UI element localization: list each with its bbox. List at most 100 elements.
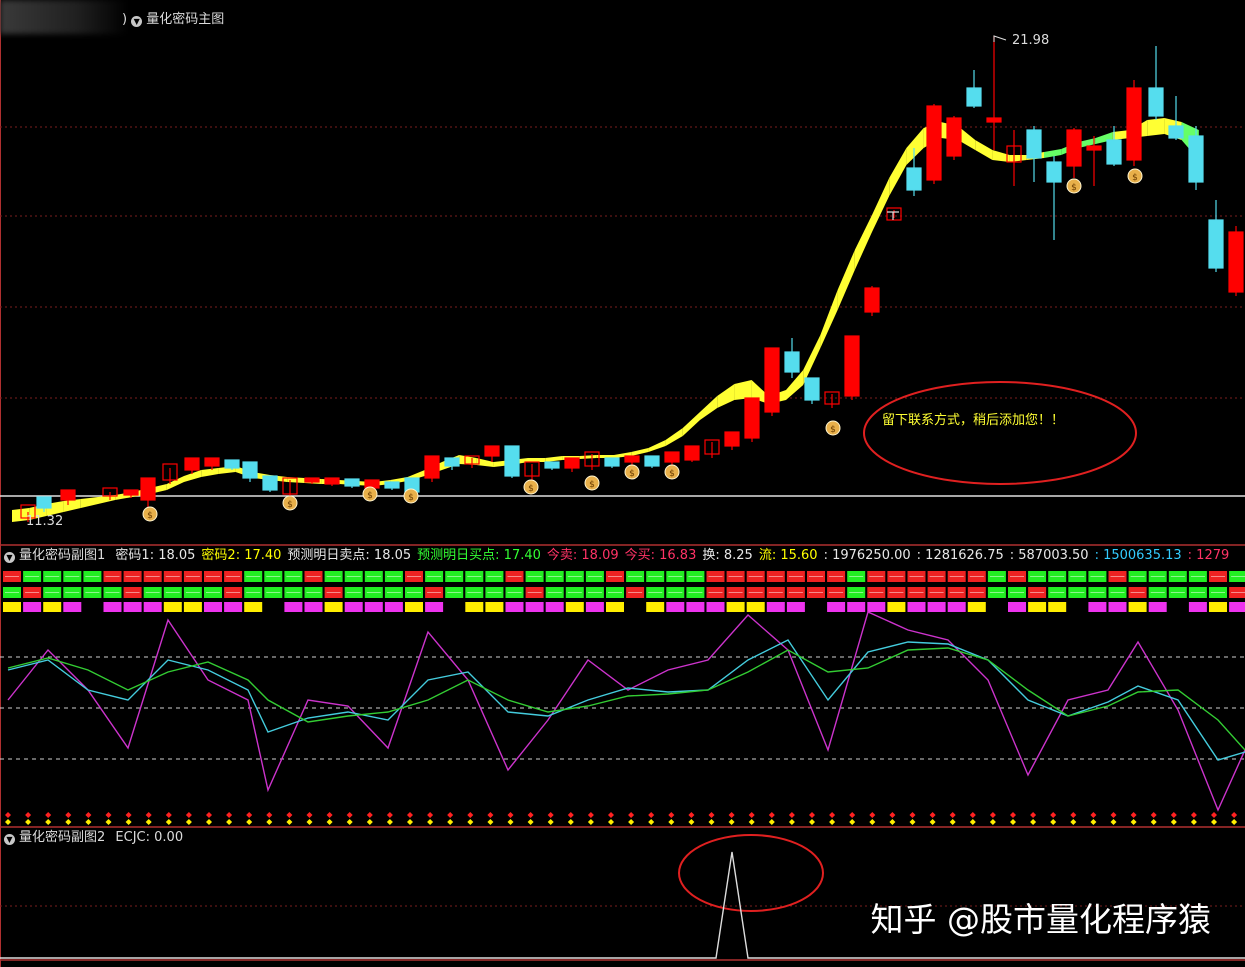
diamond-yellow-5 [105, 819, 112, 825]
sub1-title: 量化密码副图1 [19, 548, 106, 563]
signal-block-r2-26 [525, 602, 544, 612]
signal-block-r2-38 [766, 602, 785, 612]
signal-block-r2-52 [1048, 602, 1067, 612]
ma-band-segment-66 [1147, 118, 1165, 136]
diamond-red-21 [427, 812, 434, 818]
diamond-red-41 [829, 812, 836, 818]
signal-block-r2-45 [907, 602, 926, 612]
diamond-red-25 [507, 812, 514, 818]
signal-block-r2-28 [565, 602, 584, 612]
signal-block-r2-56 [1128, 602, 1147, 612]
candle-body-28 [604, 457, 620, 467]
candle-body-55 [1148, 87, 1164, 117]
diamond-yellow-18 [366, 819, 373, 825]
signal-block-r2-55 [1108, 602, 1127, 612]
candle-body-26 [564, 457, 580, 469]
diamond-red-60 [1211, 812, 1217, 818]
signal-block-r2-20 [405, 602, 423, 612]
ma-band-segment-4 [80, 497, 98, 508]
collapse-triangle-icon[interactable]: ▼ [131, 16, 143, 27]
diamond-red-55 [1110, 812, 1117, 818]
ma-band-segment-31 [545, 456, 563, 462]
diamond-yellow-30 [608, 819, 614, 825]
candle-body-52 [1086, 145, 1102, 151]
diamond-yellow-13 [266, 819, 273, 825]
diamond-red-42 [849, 812, 856, 818]
signal-block-r2-18 [364, 602, 383, 612]
candle-body-47 [986, 117, 1002, 123]
sub2-header[interactable]: ▼ 量化密码副图2 ECJC: 0.00 [4, 830, 183, 846]
ecjc-value: 0.00 [154, 830, 184, 845]
candle-body-49 [1026, 129, 1042, 159]
diamond-yellow-6 [125, 819, 132, 825]
chart-canvas[interactable]: $ $ $ $ $ $ $ $ $ $ $ [0, 0, 1245, 967]
diamond-yellow-12 [246, 819, 253, 825]
signal-block-r2-23 [465, 602, 484, 612]
diamond-red-43 [869, 812, 876, 818]
ma-band-segment-56 [975, 140, 993, 160]
diamond-red-28 [567, 812, 574, 818]
diamond-yellow-42 [849, 819, 856, 825]
collapse-triangle-icon[interactable]: ▼ [4, 552, 15, 563]
candle-body-9 [224, 459, 240, 469]
diamond-red-2 [45, 812, 52, 818]
candle-body-36 [764, 347, 780, 413]
signal-block-r2-1 [23, 602, 42, 612]
diamond-red-33 [668, 812, 675, 818]
diamond-yellow-16 [326, 819, 333, 825]
svg-text:$: $ [287, 500, 293, 510]
diamond-red-57 [1150, 812, 1157, 818]
signal-block-r2-35 [706, 602, 725, 612]
main-panel-title[interactable]: ) ▼ 量化密码主图 [122, 12, 224, 28]
diamond-yellow-47 [949, 819, 956, 825]
diamond-red-27 [547, 812, 554, 818]
svg-text:$: $ [589, 480, 595, 490]
candle-body-37 [784, 351, 800, 373]
signal-block-r2-3 [63, 602, 82, 612]
signal-block-r2-50 [1008, 602, 1026, 612]
diamond-red-18 [366, 812, 373, 818]
candle-body-15 [344, 478, 360, 487]
candle-body-5 [140, 477, 156, 501]
candle-body-19 [424, 455, 440, 479]
diamond-yellow-48 [969, 819, 976, 825]
diamond-yellow-52 [1050, 819, 1057, 825]
diamond-red-56 [1130, 812, 1137, 818]
blurred-top-bar [0, 0, 128, 34]
candle-body-17 [384, 481, 400, 489]
diamond-yellow-35 [708, 819, 715, 825]
main-title-text: 量化密码主图 [146, 12, 225, 27]
diamond-red-37 [748, 812, 755, 818]
diamond-red-5 [105, 812, 112, 818]
money-bag-icon: $ [624, 464, 640, 480]
diamond-red-51 [1030, 812, 1037, 818]
readout-11: : 1500635.13 [1094, 548, 1182, 563]
collapse-triangle-icon[interactable]: ▼ [4, 834, 15, 845]
diamond-yellow-21 [427, 819, 434, 825]
money-bag-icon: $ [1066, 178, 1082, 194]
diamond-yellow-8 [165, 819, 172, 825]
diamond-red-10 [206, 812, 212, 818]
candle-body-40 [844, 335, 860, 397]
candle-body-35 [744, 397, 760, 439]
osc-line-green [7, 647, 1245, 751]
signal-block-r2-17 [344, 602, 363, 612]
sub1-header[interactable]: ▼ 量化密码副图1 密码1: 18.05 密码2: 17.40 预测明日卖点: 18.… [4, 548, 1229, 564]
candle-body-8 [204, 457, 220, 467]
candle-body-46 [966, 87, 982, 107]
readout-5: 今买: 16.83 [624, 548, 697, 563]
signal-block-r2-51 [1028, 602, 1047, 612]
diamond-red-52 [1050, 812, 1057, 818]
diamond-yellow-36 [728, 819, 735, 825]
diamond-yellow-55 [1110, 819, 1117, 825]
readout-9: : 1281626.75 [916, 548, 1004, 563]
ma-band-segment-47 [820, 290, 838, 348]
svg-text:$: $ [1071, 183, 1077, 193]
diamond-yellow-44 [889, 819, 896, 825]
money-bag-icon: $ [142, 506, 158, 522]
diamond-red-29 [587, 812, 594, 818]
diamond-red-45 [909, 812, 916, 818]
ma-band-segment-37 [648, 440, 666, 452]
svg-text:$: $ [408, 493, 414, 503]
ma-band-segment-49 [854, 215, 872, 270]
